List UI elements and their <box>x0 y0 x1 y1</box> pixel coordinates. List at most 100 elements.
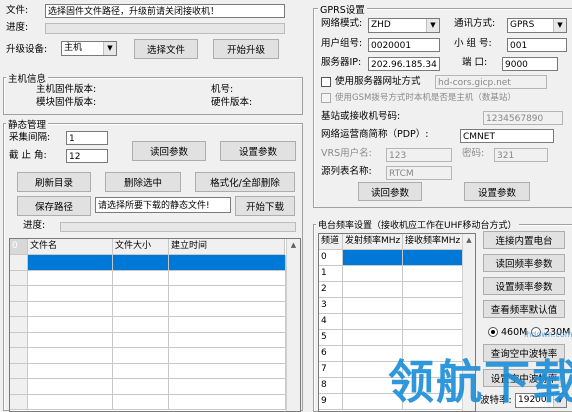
file-name-cell[interactable] <box>28 332 113 348</box>
port-input[interactable]: 9000 <box>502 57 558 71</box>
row-header-cell[interactable] <box>10 301 28 317</box>
row-header-cell[interactable] <box>10 394 28 410</box>
file-name-cell[interactable] <box>28 270 113 286</box>
file-name-cell[interactable] <box>28 379 113 395</box>
scroll-up-icon[interactable]: ▲ <box>463 234 475 246</box>
source-list-input[interactable]: RTCM <box>386 166 452 180</box>
rx-freq-cell[interactable] <box>403 314 463 330</box>
row-header-cell[interactable] <box>10 255 28 271</box>
refresh-directory-button[interactable]: 刷新目录 <box>17 172 91 192</box>
tx-freq-cell[interactable] <box>343 330 403 346</box>
file-table-scrollbar[interactable]: ▲ <box>286 239 300 411</box>
file-size-cell[interactable] <box>113 270 169 286</box>
static-file-table[interactable]: 0 文件名 文件大小 建立时间 ▲ <box>9 238 301 412</box>
server-ip-label: 服务器IP: <box>321 57 362 68</box>
file-name-cell[interactable] <box>28 348 113 364</box>
rx-freq-cell[interactable] <box>403 330 463 346</box>
file-name-cell[interactable] <box>28 363 113 379</box>
interval-input[interactable]: 1 <box>66 131 108 145</box>
static-read-params-button[interactable]: 读回参数 <box>132 141 206 161</box>
file-name-cell[interactable] <box>28 394 113 410</box>
channel-number-cell: 1 <box>319 266 343 282</box>
row-header-cell[interactable] <box>10 348 28 364</box>
watermark-logo: 领航下载 <box>388 355 572 409</box>
tx-freq-cell[interactable] <box>343 250 403 266</box>
view-default-freq-button[interactable]: 查看频率默认值 <box>483 300 565 318</box>
created-time-cell[interactable] <box>169 301 286 317</box>
upgrade-device-select[interactable]: 主机 ▼ <box>61 41 117 56</box>
row-header-cell[interactable] <box>10 270 28 286</box>
row-header-cell[interactable] <box>10 379 28 395</box>
file-size-cell[interactable] <box>113 363 169 379</box>
gprs-read-params-button[interactable]: 读回参数 <box>358 182 422 201</box>
scroll-up-icon[interactable]: ▲ <box>287 239 300 251</box>
gsm-host-checkbox[interactable] <box>321 93 331 103</box>
group-id-input[interactable]: 0020001 <box>368 38 440 52</box>
tx-freq-cell[interactable] <box>343 266 403 282</box>
file-name-cell[interactable] <box>28 255 113 271</box>
select-file-button[interactable]: 选择文件 <box>134 39 198 59</box>
col-channel[interactable]: 频道 <box>319 234 343 250</box>
use-domain-checkbox[interactable] <box>321 77 331 87</box>
file-size-cell[interactable] <box>113 255 169 271</box>
comm-mode-select[interactable]: GPRS ▼ <box>507 18 567 33</box>
created-time-cell[interactable] <box>169 379 286 395</box>
firmware-file-path[interactable]: 选择固件文件路径，升级前请关闭接收机！ <box>45 4 285 18</box>
connect-radio-button[interactable]: 连接内置电台 <box>483 231 565 249</box>
start-download-button[interactable]: 开始下载 <box>235 196 295 216</box>
file-size-cell[interactable] <box>113 301 169 317</box>
delete-selected-button[interactable]: 删除选中 <box>105 172 181 192</box>
static-set-params-button[interactable]: 设置参数 <box>220 141 296 161</box>
tx-freq-cell[interactable] <box>343 282 403 298</box>
created-time-cell[interactable] <box>169 255 286 271</box>
rx-freq-cell[interactable] <box>403 298 463 314</box>
col-file-name[interactable]: 文件名 <box>28 239 113 255</box>
created-time-cell[interactable] <box>169 394 286 410</box>
apn-input[interactable]: CMNET <box>460 129 554 143</box>
domain-input[interactable]: hd-cors.gicp.net <box>435 75 547 89</box>
file-name-cell[interactable] <box>28 301 113 317</box>
created-time-cell[interactable] <box>169 270 286 286</box>
file-size-cell[interactable] <box>113 317 169 333</box>
server-ip-input[interactable]: 202.96.185.34 <box>368 57 440 71</box>
col-rx-freq[interactable]: 接收频率MHz <box>403 234 463 250</box>
created-time-cell[interactable] <box>169 317 286 333</box>
tx-freq-cell[interactable] <box>343 298 403 314</box>
row-header-cell[interactable] <box>10 363 28 379</box>
col-created-time[interactable]: 建立时间 <box>169 239 285 255</box>
band-460-radio[interactable] <box>488 327 498 337</box>
rx-freq-cell[interactable] <box>403 282 463 298</box>
row-header-cell[interactable] <box>10 332 28 348</box>
file-size-cell[interactable] <box>113 394 169 410</box>
format-all-button[interactable]: 格式化/全部删除 <box>195 172 295 192</box>
created-time-cell[interactable] <box>169 332 286 348</box>
read-freq-button[interactable]: 读回频率参数 <box>483 254 565 272</box>
net-mode-select[interactable]: ZHD ▼ <box>368 18 440 33</box>
row-header-cell[interactable] <box>10 317 28 333</box>
subgroup-input[interactable]: 001 <box>507 38 567 52</box>
tx-freq-cell[interactable] <box>343 314 403 330</box>
vrs-password-input[interactable]: 321 <box>494 148 548 162</box>
file-size-cell[interactable] <box>113 379 169 395</box>
set-freq-button[interactable]: 设置频率参数 <box>483 277 565 295</box>
start-upgrade-button[interactable]: 开始升级 <box>213 39 279 59</box>
file-size-cell[interactable] <box>113 286 169 302</box>
vrs-user-input[interactable]: 123 <box>386 148 452 162</box>
file-name-cell[interactable] <box>28 286 113 302</box>
created-time-cell[interactable] <box>169 363 286 379</box>
file-name-cell[interactable] <box>28 317 113 333</box>
file-size-cell[interactable] <box>113 348 169 364</box>
save-path-input[interactable]: 请选择所要下载的静态文件! <box>95 197 231 213</box>
created-time-cell[interactable] <box>169 348 286 364</box>
gprs-set-params-button[interactable]: 设置参数 <box>464 182 530 201</box>
created-time-cell[interactable] <box>169 286 286 302</box>
col-tx-freq[interactable]: 发射频率MHz <box>343 234 403 250</box>
rx-freq-cell[interactable] <box>403 266 463 282</box>
row-header-cell[interactable] <box>10 286 28 302</box>
file-size-cell[interactable] <box>113 332 169 348</box>
cutoff-angle-input[interactable]: 12 <box>66 149 108 163</box>
col-file-size[interactable]: 文件大小 <box>113 239 169 255</box>
base-phone-input[interactable]: 1234567890 <box>483 111 563 125</box>
save-path-button[interactable]: 保存路径 <box>17 196 91 216</box>
rx-freq-cell[interactable] <box>403 250 463 266</box>
